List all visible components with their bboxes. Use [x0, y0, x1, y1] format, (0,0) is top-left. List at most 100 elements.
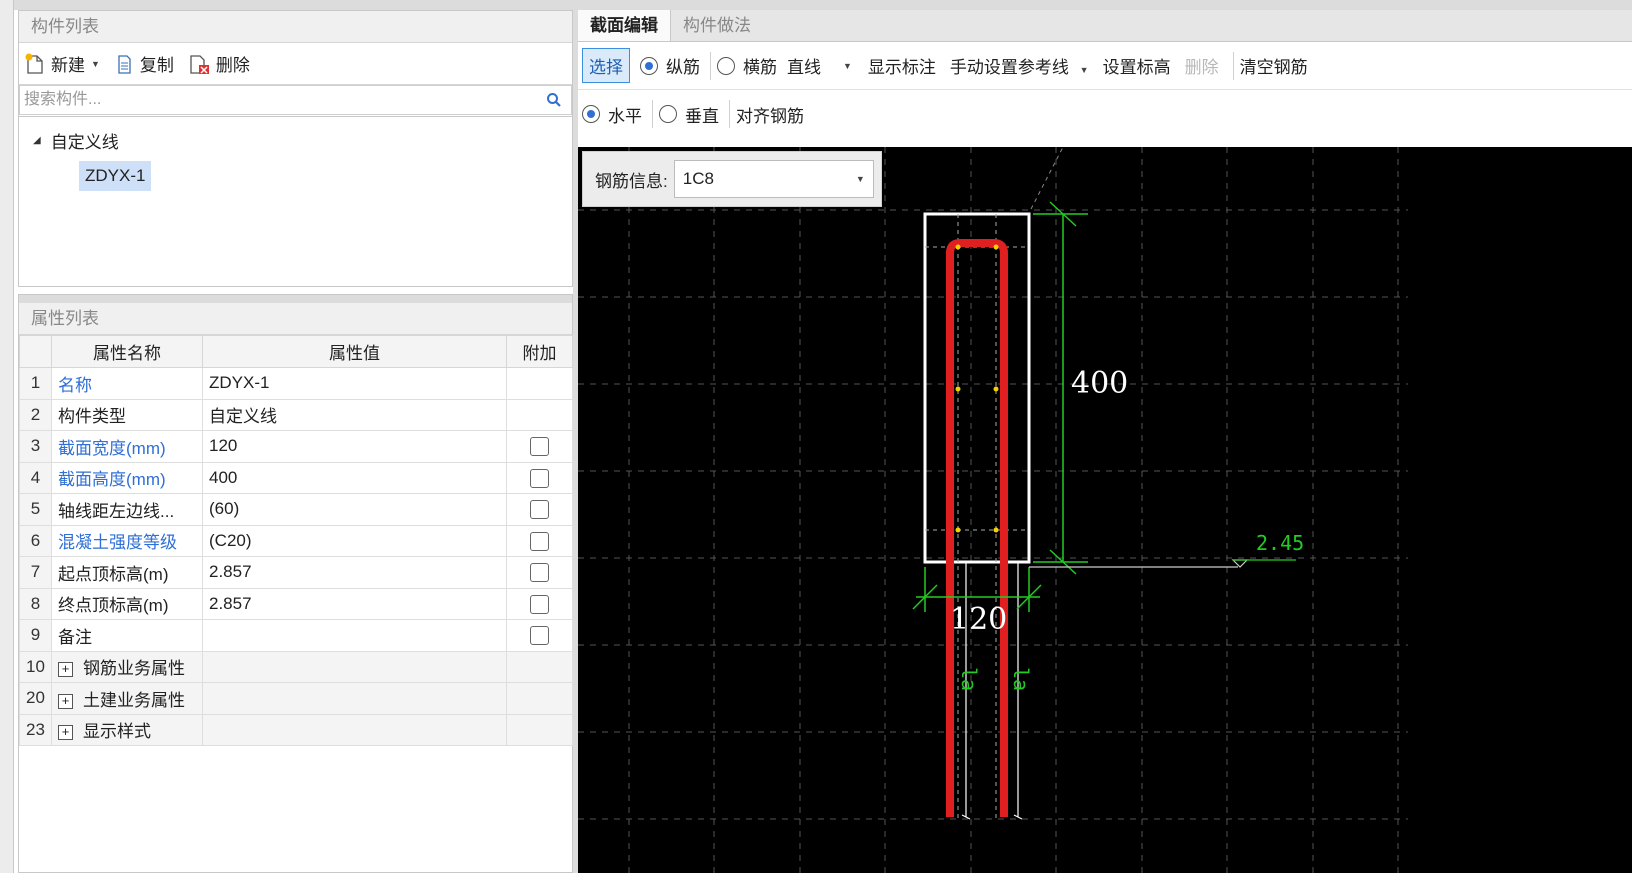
manual-ref-line-button[interactable]: 手动设置参考线 ▼ — [950, 53, 1089, 78]
delete-button[interactable]: 删除 — [188, 51, 250, 76]
expand-plus-icon[interactable]: + — [58, 725, 73, 741]
table-group-row[interactable]: 20 + 土建业务属性 — [19, 682, 573, 715]
header-index — [19, 335, 52, 368]
component-list-panel: 构件列表 新建 ▼ 复制 删除 搜索构件... ◢ 自定义线 ZDYX-1 — [18, 10, 573, 287]
radio-horizontal-label: 水平 — [608, 106, 642, 126]
table-row[interactable]: 9 备注 — [19, 619, 573, 652]
property-extra — [506, 619, 573, 652]
row-index: 23 — [19, 713, 52, 746]
radio-dot-checked — [640, 56, 658, 75]
rebar-info-panel: 钢筋信息: 1C8 ▼ — [582, 151, 882, 207]
radio-longitudinal-label: 纵筋 — [666, 58, 700, 77]
row-index: 6 — [19, 524, 52, 557]
property-value[interactable]: ZDYX-1 — [202, 367, 507, 400]
property-value[interactable]: 2.857 — [202, 587, 507, 620]
editor-toolbar-secondary: 水平 垂直 对齐钢筋 — [578, 90, 1632, 138]
extra-checkbox[interactable] — [530, 531, 549, 551]
set-elevation-button[interactable]: 设置标高 — [1103, 53, 1171, 78]
group-name-cell[interactable]: + 显示样式 — [51, 713, 203, 746]
property-value[interactable]: 自定义线 — [202, 398, 507, 431]
table-group-row[interactable]: 23 + 显示样式 — [19, 713, 573, 746]
table-row[interactable]: 3 截面宽度(mm) 120 — [19, 430, 573, 463]
toolbar-separator — [729, 100, 730, 128]
header-value: 属性值 — [202, 335, 507, 368]
row-index: 7 — [19, 556, 52, 589]
new-button[interactable]: 新建 ▼ — [25, 51, 100, 76]
property-extra — [506, 367, 573, 400]
group-name-cell[interactable]: + 钢筋业务属性 — [51, 650, 203, 683]
section-editor-panel: 截面编辑 构件做法 选择 纵筋 横筋 直线 ▼ 显示标注 手动设置参考线 ▼ 设… — [578, 10, 1632, 873]
toolbar-separator — [652, 100, 653, 128]
radio-longitudinal[interactable]: 纵筋 — [640, 53, 700, 78]
rebar-info-value: 1C8 — [682, 169, 714, 188]
line-mode-dropdown[interactable]: 直线 ▼ — [787, 53, 852, 78]
row-index: 1 — [19, 367, 52, 400]
extra-checkbox[interactable] — [530, 500, 549, 520]
tab-component-method[interactable]: 构件做法 — [671, 10, 763, 41]
group-value-cell — [202, 650, 507, 683]
tree-child-item[interactable]: ZDYX-1 — [79, 161, 152, 191]
manual-ref-line-label: 手动设置参考线 — [949, 58, 1069, 77]
table-group-row[interactable]: 10 + 钢筋业务属性 — [19, 650, 573, 683]
top-strip — [0, 0, 1632, 10]
table-row[interactable]: 5 轴线距左边线... (60) — [19, 493, 573, 526]
extra-checkbox[interactable] — [530, 468, 549, 488]
elevation-text: 2.45 — [1256, 531, 1304, 555]
toolbar-separator — [710, 51, 711, 80]
table-row[interactable]: 6 混凝土强度等级 (C20) — [19, 524, 573, 557]
property-value[interactable] — [202, 619, 507, 652]
editor-tabs: 截面编辑 构件做法 — [578, 10, 1632, 42]
select-button[interactable]: 选择 — [582, 48, 630, 83]
delete-rebar-button[interactable]: 删除 — [1185, 53, 1219, 78]
clear-rebar-button[interactable]: 清空钢筋 — [1240, 53, 1308, 78]
extra-checkbox[interactable] — [530, 626, 549, 646]
property-value[interactable]: 120 — [202, 430, 507, 463]
tree-root-item[interactable]: ◢ 自定义线 — [19, 125, 572, 155]
table-row[interactable]: 2 构件类型 自定义线 — [19, 398, 573, 431]
chevron-down-icon[interactable]: ▼ — [91, 59, 100, 69]
table-row[interactable]: 4 截面高度(mm) 400 — [19, 461, 573, 494]
property-extra — [506, 461, 573, 494]
extra-checkbox[interactable] — [530, 563, 549, 583]
width-dim-text: 120 — [950, 602, 1007, 637]
search-input[interactable] — [19, 85, 572, 115]
group-extra-cell — [506, 713, 573, 746]
drawing-canvas[interactable]: la la 400 120 2.45 钢筋信息: 1C8 ▼ — [578, 147, 1632, 873]
component-toolbar: 新建 ▼ 复制 删除 — [19, 43, 572, 85]
radio-transverse[interactable]: 横筋 — [717, 53, 777, 78]
show-dims-button[interactable]: 显示标注 — [868, 53, 936, 78]
property-value[interactable]: 400 — [202, 461, 507, 494]
group-name-cell[interactable]: + 土建业务属性 — [51, 682, 203, 715]
radio-dot — [659, 105, 677, 123]
property-list-panel: 属性列表 属性名称 属性值 附加 1 名称 ZDYX-1 2 构件类型 自定义线 — [18, 294, 573, 873]
chevron-down-icon[interactable]: ▼ — [1080, 65, 1089, 75]
property-value[interactable]: (C20) — [202, 524, 507, 557]
component-tree: ◢ 自定义线 ZDYX-1 — [19, 117, 572, 191]
extra-checkbox[interactable] — [530, 594, 549, 614]
property-value[interactable]: 2.857 — [202, 556, 507, 589]
delete-file-icon — [190, 54, 209, 74]
property-value[interactable]: (60) — [202, 493, 507, 526]
table-row[interactable]: 7 起点顶标高(m) 2.857 — [19, 556, 573, 589]
expand-plus-icon[interactable]: + — [58, 693, 73, 709]
expand-plus-icon[interactable]: + — [58, 662, 73, 678]
section-drawing[interactable]: la la 400 120 2.45 — [578, 147, 1632, 873]
table-row[interactable]: 8 终点顶标高(m) 2.857 — [19, 587, 573, 620]
radio-vertical[interactable]: 垂直 — [659, 102, 719, 127]
table-row[interactable]: 1 名称 ZDYX-1 — [19, 367, 573, 400]
property-extra — [506, 524, 573, 557]
expand-triangle-icon[interactable]: ◢ — [33, 135, 41, 146]
extra-checkbox[interactable] — [530, 437, 549, 457]
anchor-label-left: la — [957, 667, 981, 691]
section-outline[interactable] — [923, 212, 1031, 564]
search-icon[interactable] — [546, 92, 562, 108]
rebar-info-dropdown[interactable]: 1C8 ▼ — [673, 160, 874, 198]
tab-section-edit[interactable]: 截面编辑 — [578, 10, 671, 41]
align-rebar-button[interactable]: 对齐钢筋 — [736, 102, 804, 127]
radio-horizontal[interactable]: 水平 — [582, 102, 642, 127]
property-extra — [506, 398, 573, 431]
header-extra: 附加 — [506, 335, 573, 368]
group-name: 钢筋业务属性 — [83, 659, 185, 679]
rebar-points[interactable] — [955, 244, 999, 533]
copy-button[interactable]: 复制 — [114, 51, 174, 76]
